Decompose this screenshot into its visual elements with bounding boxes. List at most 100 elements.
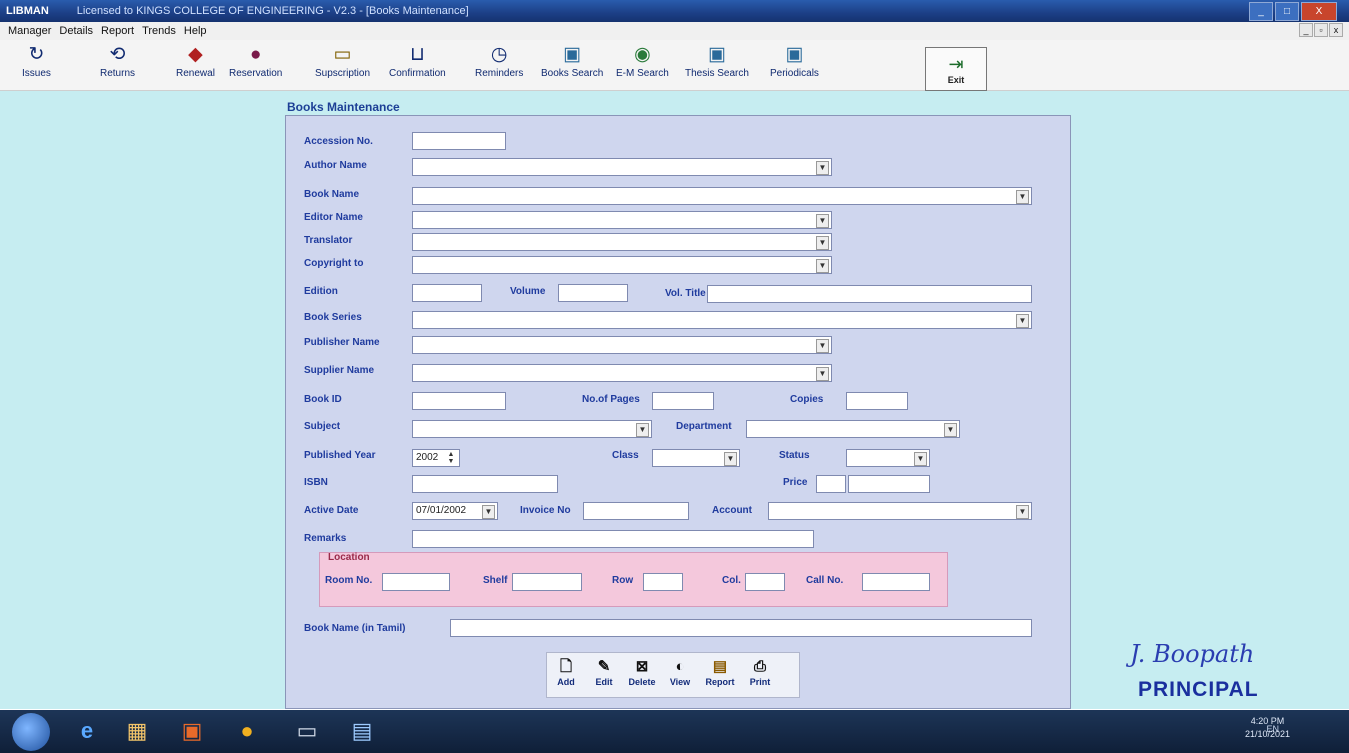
file-explorer-icon[interactable]: ▦ <box>115 714 159 748</box>
price-input[interactable] <box>848 475 930 493</box>
maximize-button[interactable]: □ <box>1275 2 1299 21</box>
department-label: Department <box>676 421 732 432</box>
copies-input[interactable] <box>846 392 908 410</box>
toolbar-em-search-button[interactable]: ◉ E-M Search <box>616 42 669 88</box>
toolbar-issues-button[interactable]: ↻ Issues <box>22 42 51 88</box>
chevron-down-icon[interactable]: ▼ <box>482 505 495 519</box>
menu-report[interactable]: Report <box>101 25 134 37</box>
isbn-input[interactable] <box>412 475 558 493</box>
print-button[interactable]: ⎙ Print <box>743 657 777 687</box>
no-of-pages-input[interactable] <box>652 392 714 410</box>
toolbar-subscription-button[interactable]: ▭ Supscription <box>315 42 370 88</box>
toolbar-books-search-button[interactable]: ▣ Books Search <box>541 42 603 88</box>
book-name-tamil-input[interactable] <box>450 619 1032 637</box>
edit-button[interactable]: ✎ Edit <box>587 657 621 687</box>
system-clock[interactable]: 4:20 PM 21/10/2021 <box>1245 715 1290 741</box>
report-button[interactable]: ▤ Report <box>703 657 737 687</box>
department-combo[interactable]: ▼ <box>746 420 960 438</box>
media-player-icon[interactable]: ▣ <box>170 714 214 748</box>
copyright-to-combo[interactable]: ▼ <box>412 256 832 274</box>
window-controls: _ □ X <box>1249 2 1337 21</box>
editor-name-combo[interactable]: ▼ <box>412 211 832 229</box>
chevron-down-icon[interactable]: ▼ <box>1016 190 1029 204</box>
action-button-bar: 🗋 Add ✎ Edit ⊠ Delete ◐ View ▤ Report ⎙ … <box>546 652 800 698</box>
delete-label: Delete <box>628 677 656 687</box>
spinner-arrows-icon[interactable]: ▲ ▼ <box>445 451 457 465</box>
col-input[interactable] <box>745 573 785 591</box>
edition-input[interactable] <box>412 284 482 302</box>
author-name-combo[interactable]: ▼ <box>412 158 832 176</box>
menu-manager[interactable]: Manager <box>8 25 51 37</box>
chevron-down-icon[interactable]: ▼ <box>944 423 957 437</box>
exit-button[interactable]: ⇥ Exit <box>925 47 987 91</box>
toolbar-thesis-search-button[interactable]: ▣ Thesis Search <box>685 42 749 88</box>
chevron-down-icon[interactable]: ▼ <box>724 452 737 466</box>
chevron-down-icon[interactable]: ▼ <box>816 236 829 250</box>
publisher-name-combo[interactable]: ▼ <box>412 336 832 354</box>
chevron-down-icon[interactable]: ▼ <box>816 259 829 273</box>
toolbar-periodicals-button[interactable]: ▣ Periodicals <box>770 42 819 88</box>
window-title: Licensed to KINGS COLLEGE OF ENGINEERING… <box>76 5 469 17</box>
supplier-name-combo[interactable]: ▼ <box>412 364 832 382</box>
shelf-input[interactable] <box>512 573 582 591</box>
room-no-label: Room No. <box>325 575 373 586</box>
accession-no-input[interactable] <box>412 132 506 150</box>
delete-button[interactable]: ⊠ Delete <box>625 657 659 687</box>
report-icon: ▤ <box>712 658 728 675</box>
view-button[interactable]: ◐ View <box>663 657 697 687</box>
subject-combo[interactable]: ▼ <box>412 420 652 438</box>
invoice-no-input[interactable] <box>583 502 689 520</box>
remarks-input[interactable] <box>412 530 814 548</box>
chevron-down-icon[interactable]: ▼ <box>914 452 927 466</box>
toolbar-reservation-button[interactable]: ● Reservation <box>229 42 282 88</box>
status-label: Status <box>779 450 810 461</box>
minimize-button[interactable]: _ <box>1249 2 1273 21</box>
chrome-icon[interactable]: ● <box>225 714 269 748</box>
mdi-close-button[interactable]: x <box>1329 23 1343 37</box>
mdi-restore-button[interactable]: ▫ <box>1314 23 1328 37</box>
toolbar-confirmation-button[interactable]: ⊔ Confirmation <box>389 42 446 88</box>
book-series-combo[interactable]: ▼ <box>412 311 1032 329</box>
book-name-combo[interactable]: ▼ <box>412 187 1032 205</box>
menu-details[interactable]: Details <box>59 25 93 37</box>
account-combo[interactable]: ▼ <box>768 502 1032 520</box>
close-button[interactable]: X <box>1301 2 1337 21</box>
toolbar-returns-button[interactable]: ⟲ Returns <box>100 42 135 88</box>
call-no-input[interactable] <box>862 573 930 591</box>
published-year-spinner[interactable]: 2002 ▲ ▼ <box>412 449 460 467</box>
internet-explorer-icon[interactable]: e <box>65 714 109 748</box>
chevron-down-icon[interactable]: ▼ <box>1016 314 1029 328</box>
menu-trends[interactable]: Trends <box>142 25 176 37</box>
chevron-down-icon[interactable]: ▼ <box>816 367 829 381</box>
volume-input[interactable] <box>558 284 628 302</box>
menu-help[interactable]: Help <box>184 25 207 37</box>
vol-title-input[interactable] <box>707 285 1032 303</box>
copyright-to-label: Copyright to <box>304 258 364 269</box>
thesis-search-icon: ▣ <box>707 44 726 65</box>
toolbar-renewal-button[interactable]: ◆ Renewal <box>176 42 215 88</box>
window-icon[interactable]: ▭ <box>285 714 329 748</box>
add-button[interactable]: 🗋 Add <box>549 657 583 687</box>
start-button[interactable] <box>12 713 50 751</box>
chevron-down-icon[interactable]: ▼ <box>816 214 829 228</box>
status-combo[interactable]: ▼ <box>846 449 930 467</box>
chevron-down-icon[interactable]: ▼ <box>1016 505 1029 519</box>
em-search-icon: ◉ <box>634 44 651 65</box>
title-bar: LIBMAN Licensed to KINGS COLLEGE OF ENGI… <box>0 0 1349 22</box>
translator-combo[interactable]: ▼ <box>412 233 832 251</box>
row-input[interactable] <box>643 573 683 591</box>
book-id-input[interactable] <box>412 392 506 410</box>
toolbar-confirmation-label: Confirmation <box>389 68 446 79</box>
price-currency-input[interactable] <box>816 475 846 493</box>
chevron-down-icon[interactable]: ▼ <box>636 423 649 437</box>
room-no-input[interactable] <box>382 573 450 591</box>
mdi-minimize-button[interactable]: _ <box>1299 23 1313 37</box>
chevron-down-icon[interactable]: ▼ <box>816 161 829 175</box>
libman-app-icon[interactable]: ▤ <box>340 714 384 748</box>
toolbar-reminders-button[interactable]: ◷ Reminders <box>475 42 523 88</box>
editor-name-label: Editor Name <box>304 212 363 223</box>
chevron-down-icon[interactable]: ▼ <box>816 339 829 353</box>
active-date-picker[interactable]: 07/01/2002 ▼ <box>412 502 498 520</box>
class-combo[interactable]: ▼ <box>652 449 740 467</box>
shelf-label: Shelf <box>483 575 508 586</box>
